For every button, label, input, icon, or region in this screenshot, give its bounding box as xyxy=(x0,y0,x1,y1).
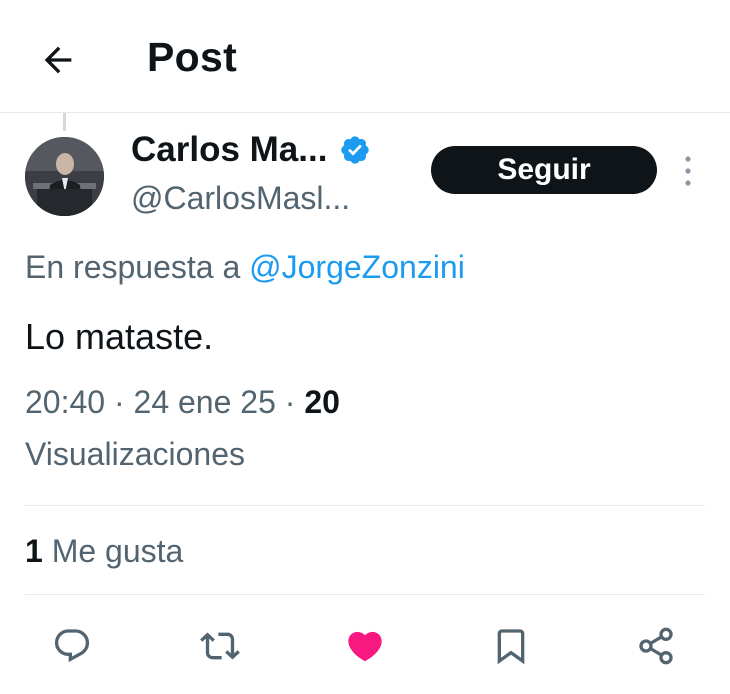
tweet-time[interactable]: 20:40 xyxy=(25,384,105,420)
top-bar: Post xyxy=(0,0,730,112)
reply-mention-link[interactable]: @JorgeZonzini xyxy=(249,249,465,285)
header-divider xyxy=(0,112,730,113)
comment-icon[interactable] xyxy=(52,626,92,666)
author-name-row[interactable]: Carlos Ma... xyxy=(131,130,371,170)
share-icon[interactable] xyxy=(636,626,676,666)
author-name[interactable]: Carlos Ma... xyxy=(131,130,327,170)
retweet-icon[interactable] xyxy=(200,626,240,666)
views-count: 20 xyxy=(304,384,340,420)
tweet-date[interactable]: 24 ene 25 xyxy=(134,384,276,420)
follow-button[interactable]: Seguir xyxy=(431,146,657,194)
bookmark-icon[interactable] xyxy=(491,626,531,666)
heart-icon[interactable] xyxy=(345,626,385,666)
reply-context: En respuesta a @JorgeZonzini xyxy=(25,249,465,286)
likes-label: Me gusta xyxy=(51,533,184,569)
avatar[interactable] xyxy=(25,137,104,216)
verified-badge-icon xyxy=(341,136,370,164)
likes-stat[interactable]: 1 Me gusta xyxy=(25,533,183,570)
avatar-photo xyxy=(25,137,104,216)
thread-line xyxy=(63,113,66,131)
stats-divider-bottom xyxy=(25,594,705,595)
tweet-meta: 20:40 · 24 ene 25 · 20 xyxy=(25,384,340,421)
author-handle[interactable]: @CarlosMasl... xyxy=(131,180,350,217)
views-label: Visualizaciones xyxy=(25,436,245,472)
page-title: Post xyxy=(147,34,238,80)
stats-divider-top xyxy=(25,505,705,506)
meta-separator: · xyxy=(113,384,125,420)
arrow-left-icon[interactable] xyxy=(38,40,78,80)
meta-separator: · xyxy=(284,384,296,420)
likes-count: 1 xyxy=(25,533,43,569)
reply-prefix: En respuesta a xyxy=(25,249,241,285)
more-vertical-icon[interactable] xyxy=(680,154,696,188)
tweet-text: Lo mataste. xyxy=(25,316,214,357)
